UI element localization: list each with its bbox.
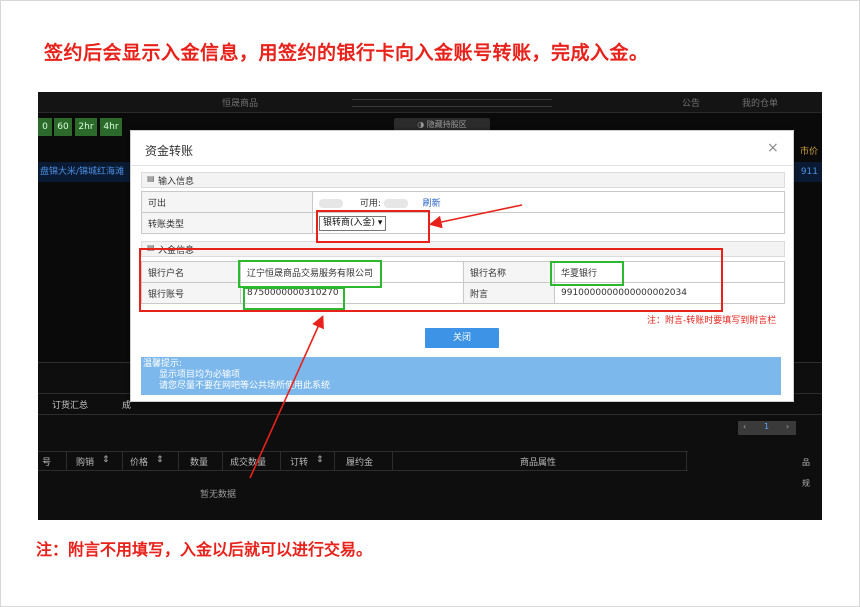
annotation-arrows [249, 204, 523, 479]
footnote: 注：附言不用填写，入金以后就可以进行交易。 [36, 540, 373, 559]
arrow-to-account-number [249, 315, 324, 479]
arrow-to-transfer-type [428, 204, 523, 229]
